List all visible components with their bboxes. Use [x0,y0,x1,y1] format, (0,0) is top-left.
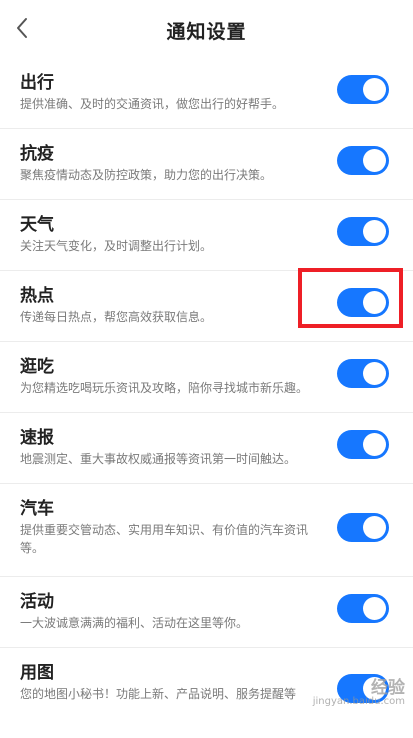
toggle-knob [363,516,386,539]
page-title: 通知设置 [166,21,247,43]
header: 通知设置 [0,0,413,58]
toggle-switch[interactable] [337,75,389,104]
setting-title: 用图 [20,663,54,683]
watermark: 经验 jingyan.baidu.com [312,678,405,709]
toggle-switch[interactable] [337,146,389,175]
setting-title: 汽车 [20,499,54,519]
toggle-knob [363,291,386,314]
setting-description: 提供重要交管动态、实用用车知识、有价值的汽车资讯等。 [20,523,309,555]
setting-title: 抗疫 [20,144,54,164]
toggle-switch[interactable] [337,594,389,623]
setting-description: 一大波诚意满满的福利、活动在这里等你。 [20,616,249,630]
toggle-switch[interactable] [337,288,389,317]
setting-title: 出行 [20,73,54,93]
watermark-url: jingyan.baidu.com [312,696,405,707]
toggle-switch[interactable] [337,513,389,542]
toggle-knob [363,220,386,243]
setting-description: 您的地图小秘书！功能上新、产品说明、服务提醒等 [20,687,297,701]
setting-title: 活动 [20,592,54,612]
setting-row-car: 汽车 提供重要交管动态、实用用车知识、有价值的汽车资讯等。 [0,484,413,577]
setting-row-epidemic: 抗疫 聚焦疫情动态及防控政策，助力您的出行决策。 [0,129,413,200]
setting-row-alert: 速报 地震测定、重大事故权威通报等资讯第一时间触达。 [0,413,413,484]
toggle-knob [363,597,386,620]
setting-row-weather: 天气 关注天气变化，及时调整出行计划。 [0,200,413,271]
toggle-switch[interactable] [337,359,389,388]
setting-description: 提供准确、及时的交通资讯，做您出行的好帮手。 [20,97,285,111]
setting-row-hotspot: 热点 传递每日热点，帮您高效获取信息。 [0,271,413,342]
toggle-knob [363,362,386,385]
toggle-switch[interactable] [337,217,389,246]
setting-title: 速报 [20,428,54,448]
setting-row-travel: 出行 提供准确、及时的交通资讯，做您出行的好帮手。 [0,58,413,129]
toggle-knob [363,149,386,172]
setting-title: 天气 [20,215,54,235]
setting-description: 聚焦疫情动态及防控政策，助力您的出行决策。 [20,168,273,182]
toggle-switch[interactable] [337,430,389,459]
setting-description: 传递每日热点，帮您高效获取信息。 [20,310,213,324]
setting-title: 热点 [20,286,54,306]
setting-description: 关注天气变化，及时调整出行计划。 [20,239,213,253]
setting-row-activity: 活动 一大波诚意满满的福利、活动在这里等你。 [0,577,413,648]
setting-row-food: 逛吃 为您精选吃喝玩乐资讯及攻略，陪你寻找城市新乐趣。 [0,342,413,413]
settings-list: 出行 提供准确、及时的交通资讯，做您出行的好帮手。 抗疫 聚焦疫情动态及防控政策… [0,58,413,738]
toggle-knob [363,78,386,101]
toggle-knob [363,433,386,456]
setting-description: 地震测定、重大事故权威通报等资讯第一时间触达。 [20,452,297,466]
setting-title: 逛吃 [20,357,54,377]
setting-description: 为您精选吃喝玩乐资讯及攻略，陪你寻找城市新乐趣。 [20,381,309,395]
watermark-logo-text: 经验 [371,678,405,698]
